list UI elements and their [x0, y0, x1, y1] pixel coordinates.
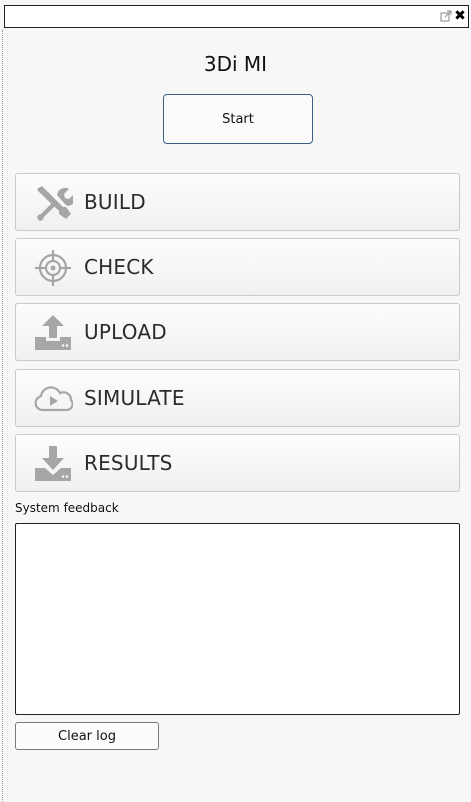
target-icon: [35, 250, 71, 286]
simulate-label: SIMULATE: [84, 386, 185, 410]
check-button[interactable]: CHECK: [15, 238, 460, 296]
plugin-panel: ✖ 3Di MI Start BUILD CHECK UPLOAD SIMULA…: [0, 0, 471, 802]
clear-log-button[interactable]: Clear log: [15, 722, 159, 750]
float-window-icon[interactable]: [440, 10, 452, 22]
build-button[interactable]: BUILD: [15, 173, 460, 231]
system-feedback-log[interactable]: [15, 523, 460, 715]
tools-icon: [37, 186, 73, 221]
upload-label: UPLOAD: [84, 320, 167, 344]
start-button[interactable]: Start: [163, 94, 313, 144]
upload-icon: [35, 315, 71, 350]
system-feedback-label: System feedback: [15, 501, 119, 515]
dock-titlebar[interactable]: ✖: [4, 5, 469, 28]
close-icon[interactable]: ✖: [454, 9, 466, 23]
upload-button[interactable]: UPLOAD: [15, 303, 460, 361]
cloud-play-icon: [34, 386, 73, 412]
simulate-button[interactable]: SIMULATE: [15, 369, 460, 427]
results-label: RESULTS: [84, 451, 173, 475]
download-icon: [35, 446, 71, 481]
check-label: CHECK: [84, 255, 154, 279]
app-title: 3Di MI: [203, 52, 268, 76]
results-button[interactable]: RESULTS: [15, 434, 460, 492]
dock-edge: [2, 30, 3, 802]
build-label: BUILD: [84, 190, 146, 214]
